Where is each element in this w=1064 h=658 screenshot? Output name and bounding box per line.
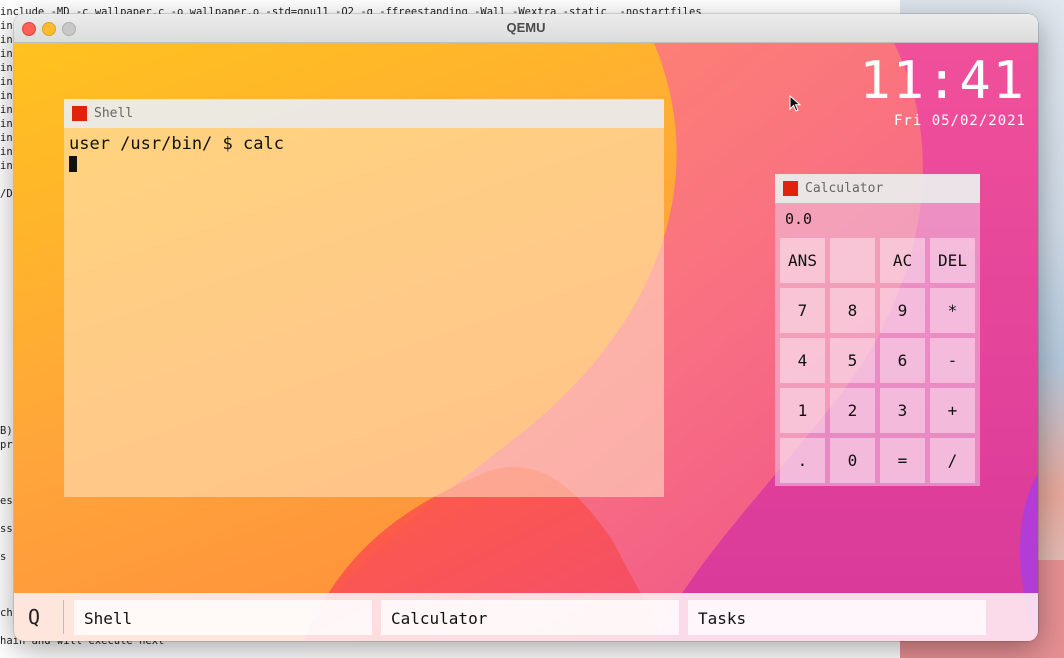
host-terminal-line: in <box>0 62 13 74</box>
calculator-window-header[interactable]: Calculator <box>775 174 980 203</box>
host-terminal-line: in <box>0 90 13 102</box>
calc-button-7[interactable]: 7 <box>780 288 825 333</box>
qemu-window: QEMU 11:41 Fri 05/02/2021 Shell user /us… <box>14 14 1038 641</box>
calc-button-ans[interactable]: ANS <box>780 238 825 283</box>
host-terminal-line: in <box>0 34 13 46</box>
shell-terminal-area[interactable]: user /usr/bin/ $ calc <box>64 128 664 497</box>
host-terminal-line: es <box>0 495 13 507</box>
host-terminal-line: pr <box>0 439 13 451</box>
calc-button-equals[interactable]: = <box>880 438 925 483</box>
clock-date: Fri 05/02/2021 <box>893 113 1026 129</box>
host-terminal-line: in <box>0 20 13 32</box>
shell-window-title: Shell <box>94 106 134 121</box>
taskbar-divider <box>63 600 64 634</box>
launcher-button[interactable]: Q <box>28 605 40 629</box>
calculator-close-icon[interactable] <box>783 181 798 196</box>
host-terminal-line: in <box>0 132 13 144</box>
shell-window-header[interactable]: Shell <box>64 99 664 128</box>
calc-button-divide[interactable]: / <box>930 438 975 483</box>
guest-desktop[interactable]: 11:41 Fri 05/02/2021 Shell user /usr/bin… <box>14 43 1038 641</box>
calc-button-add[interactable]: + <box>930 388 975 433</box>
taskbar-item-shell[interactable]: Shell <box>74 600 372 635</box>
calc-button-blank[interactable] <box>830 238 875 283</box>
calculator-window[interactable]: Calculator 0.0 ANS AC DEL 7 8 9 * 4 5 6 … <box>775 174 980 486</box>
calc-button-2[interactable]: 2 <box>830 388 875 433</box>
calculator-display: 0.0 <box>785 210 813 228</box>
calc-button-1[interactable]: 1 <box>780 388 825 433</box>
taskbar: Q Shell Calculator Tasks <box>14 593 1038 641</box>
host-terminal-line: ch <box>0 607 13 619</box>
calc-button-5[interactable]: 5 <box>830 338 875 383</box>
calc-button-0[interactable]: 0 <box>830 438 875 483</box>
host-terminal-line: in <box>0 76 13 88</box>
shell-window[interactable]: Shell user /usr/bin/ $ calc <box>64 99 664 497</box>
calculator-window-title: Calculator <box>805 181 884 196</box>
calc-button-multiply[interactable]: * <box>930 288 975 333</box>
calc-button-subtract[interactable]: - <box>930 338 975 383</box>
calc-button-clear[interactable]: AC <box>880 238 925 283</box>
calc-button-6[interactable]: 6 <box>880 338 925 383</box>
mouse-pointer-icon <box>789 95 801 112</box>
calculator-keypad: ANS AC DEL 7 8 9 * 4 5 6 - 1 2 3 + . 0 =… <box>780 238 975 483</box>
host-terminal-line: ss <box>0 523 13 535</box>
calc-button-9[interactable]: 9 <box>880 288 925 333</box>
host-terminal-line: in <box>0 160 13 172</box>
clock-time: 11:41 <box>859 51 1026 111</box>
text-cursor <box>69 156 77 172</box>
shell-close-icon[interactable] <box>72 106 87 121</box>
taskbar-item-calculator[interactable]: Calculator <box>381 600 679 635</box>
taskbar-item-tasks[interactable]: Tasks <box>688 600 986 635</box>
host-terminal-line: in <box>0 104 13 116</box>
window-titlebar[interactable]: QEMU <box>14 14 1038 43</box>
calc-button-3[interactable]: 3 <box>880 388 925 433</box>
calc-button-8[interactable]: 8 <box>830 288 875 333</box>
host-terminal-line: in <box>0 48 13 60</box>
host-terminal-line: in <box>0 118 13 130</box>
host-terminal-line: /D <box>0 188 13 200</box>
calc-button-decimal[interactable]: . <box>780 438 825 483</box>
clock-widget: 11:41 Fri 05/02/2021 <box>859 53 1026 129</box>
calc-button-delete[interactable]: DEL <box>930 238 975 283</box>
calc-button-4[interactable]: 4 <box>780 338 825 383</box>
window-title: QEMU <box>506 20 546 35</box>
host-terminal-line: B) <box>0 425 13 437</box>
host-terminal-line: s <box>0 551 7 563</box>
calculator-body: 0.0 ANS AC DEL 7 8 9 * 4 5 6 - 1 2 3 + .… <box>775 203 980 486</box>
shell-prompt-line: user /usr/bin/ $ calc <box>69 134 284 154</box>
host-terminal-line: in <box>0 146 13 158</box>
